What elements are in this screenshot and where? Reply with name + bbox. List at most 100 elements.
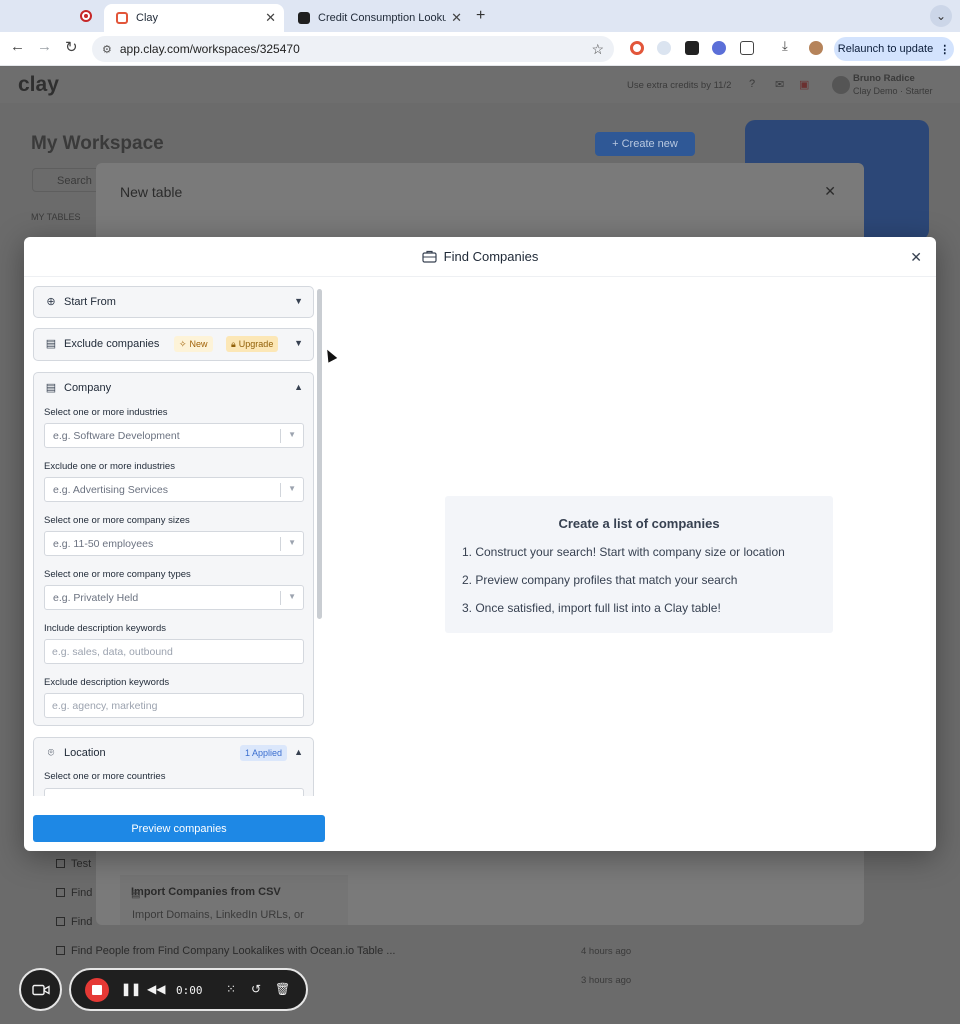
clay-logo: clay — [18, 73, 59, 96]
notion-favicon-icon — [298, 12, 310, 24]
filters-panel: ⊕ Start From ▼ ▤ Exclude companies ✧ New … — [33, 286, 315, 796]
select-placeholder: e.g. Software Development — [53, 430, 180, 442]
section-label: Start From — [64, 296, 116, 308]
extensions-puzzle-icon[interactable] — [740, 41, 754, 55]
section-label: Exclude companies — [64, 338, 160, 350]
include-keywords-input[interactable]: e.g. sales, data, outbound — [44, 639, 304, 664]
exclude-keywords-input[interactable]: e.g. agency, marketing — [44, 693, 304, 718]
tab-search-chevron-icon[interactable]: ⌄ — [930, 5, 952, 27]
rewind-icon[interactable]: ◀◀ — [147, 982, 165, 996]
table-icon — [56, 859, 65, 868]
row-timestamp: 3 hours ago — [581, 975, 632, 986]
filters-scrollbar[interactable] — [317, 289, 322, 619]
browser-toolbar: ← → ↻ ⚙ app.clay.com/workspaces/325470 ☆… — [0, 32, 960, 66]
select-divider — [280, 537, 281, 551]
clay-extension-icon[interactable] — [630, 41, 644, 55]
countries-label: Select one or more countries — [44, 771, 166, 782]
trash-icon[interactable]: 🗑︎ — [275, 982, 290, 996]
profile-avatar-icon[interactable] — [809, 41, 823, 55]
create-new-button[interactable]: + Create new — [595, 132, 695, 156]
extension-icon[interactable] — [685, 41, 699, 55]
back-icon[interactable]: ← — [10, 38, 25, 55]
page-title: My Workspace — [31, 133, 164, 154]
crosshair-icon: ⊕ — [46, 296, 56, 308]
close-tab-icon[interactable]: ✕ — [265, 10, 276, 26]
exclude-keywords-label: Exclude description keywords — [44, 677, 170, 688]
relaunch-label: Relaunch to update — [837, 43, 934, 55]
user-name: Bruno Radice — [853, 73, 915, 84]
recording-indicator-icon — [80, 10, 92, 22]
workspace-search-input[interactable]: Search — [32, 168, 102, 192]
forward-icon[interactable]: → — [37, 38, 52, 55]
grid-dots-icon[interactable]: ⁙ — [226, 982, 236, 996]
chevron-down-icon[interactable]: ▼ — [294, 338, 303, 348]
exclude-industries-select[interactable]: e.g. Advertising Services ▼ — [44, 477, 304, 502]
instructions-title: Create a list of companies — [558, 516, 720, 531]
instruction-step: 3. Once satisfied, import full list into… — [462, 601, 721, 615]
countries-select[interactable] — [44, 788, 304, 796]
section-header[interactable]: ▤ Company — [34, 373, 313, 403]
chevron-down-icon[interactable]: ▼ — [294, 296, 303, 306]
close-icon[interactable]: ✕ — [824, 183, 836, 200]
stop-recording-button[interactable] — [85, 978, 109, 1002]
restart-icon[interactable]: ↺ — [251, 982, 261, 996]
location-section: ⌾ Location 1 Applied ▲ Select one or mor… — [33, 737, 314, 796]
inbox-icon[interactable]: ✉ — [775, 78, 784, 91]
table-icon — [56, 946, 65, 955]
credits-notice[interactable]: Use extra credits by 11/2 — [627, 80, 731, 91]
chevron-up-icon[interactable]: ▲ — [294, 747, 303, 757]
more-menu-icon[interactable]: ⋮ — [939, 43, 950, 56]
exclude-companies-section[interactable]: ▤ Exclude companies ✧ New 🔒︎ Upgrade ▼ — [33, 328, 314, 361]
extension-icon[interactable] — [712, 41, 726, 55]
import-csv-card[interactable]: Import Companies from CSV Import Domains… — [120, 875, 348, 925]
select-placeholder: e.g. Advertising Services — [53, 484, 168, 496]
download-icon[interactable]: ⤓ — [782, 38, 788, 54]
tab-title: Credit Consumption Lookup ( — [318, 12, 446, 24]
new-tab-icon[interactable]: + — [476, 7, 485, 25]
building-icon: ▤ — [45, 338, 57, 350]
briefcase-icon — [422, 250, 437, 263]
company-types-select[interactable]: e.g. Privately Held ▼ — [44, 585, 304, 610]
table-row[interactable]: Find — [56, 887, 92, 899]
chevron-down-icon[interactable]: ▼ — [288, 484, 296, 493]
table-icon — [56, 888, 65, 897]
company-sizes-select[interactable]: e.g. 11-50 employees ▼ — [44, 531, 304, 556]
close-tab-icon[interactable]: ✕ — [451, 10, 462, 26]
bookmark-star-icon[interactable]: ☆ — [591, 41, 604, 58]
relaunch-button[interactable]: Relaunch to update ⋮ — [834, 37, 954, 61]
chevron-up-icon[interactable]: ▲ — [294, 382, 303, 392]
address-bar[interactable]: ⚙ app.clay.com/workspaces/325470 ☆ — [92, 36, 614, 62]
import-csv-title: Import Companies from CSV — [131, 886, 281, 898]
reload-icon[interactable]: ↻ — [65, 38, 78, 56]
industries-label: Select one or more industries — [44, 407, 168, 418]
start-from-section[interactable]: ⊕ Start From ▼ — [33, 286, 314, 318]
site-settings-icon[interactable]: ⚙ — [102, 43, 112, 56]
instructions-card: Create a list of companies 1. Construct … — [445, 496, 833, 633]
help-icon[interactable]: ? — [749, 78, 755, 90]
close-icon[interactable]: ✕ — [910, 249, 922, 266]
upgrade-badge[interactable]: 🔒︎ Upgrade — [226, 336, 279, 352]
section-header[interactable]: ⊕ Start From — [34, 287, 313, 317]
import-csv-desc: Import Domains, LinkedIn URLs, or — [132, 909, 304, 921]
tab-credit-lookup[interactable]: Credit Consumption Lookup ( ✕ — [286, 4, 470, 32]
modal-header: Find Companies — [24, 237, 936, 277]
camera-toggle-button[interactable] — [19, 968, 62, 1011]
chevron-down-icon[interactable]: ▼ — [288, 430, 296, 439]
tab-clay[interactable]: Clay ✕ — [104, 4, 284, 32]
table-icon — [56, 917, 65, 926]
table-row[interactable]: Find People from Find Company Lookalikes… — [56, 945, 395, 957]
chevron-down-icon[interactable]: ▼ — [288, 538, 296, 547]
section-label: Location — [64, 747, 106, 759]
new-badge: ✧ New — [174, 336, 213, 352]
instruction-step: 2. Preview company profiles that match y… — [462, 573, 738, 587]
industries-select[interactable]: e.g. Software Development ▼ — [44, 423, 304, 448]
table-row[interactable]: Test — [56, 858, 91, 870]
extension-icon[interactable] — [657, 41, 671, 55]
user-avatar[interactable] — [832, 76, 850, 94]
chevron-down-icon[interactable]: ▼ — [288, 592, 296, 601]
file-icon: ▤ — [131, 889, 141, 900]
pause-icon[interactable]: ❚❚ — [121, 982, 141, 996]
preview-companies-button[interactable]: Preview companies — [33, 815, 325, 842]
table-row[interactable]: Find — [56, 916, 92, 928]
calendar-icon[interactable]: ▣ — [799, 78, 809, 91]
